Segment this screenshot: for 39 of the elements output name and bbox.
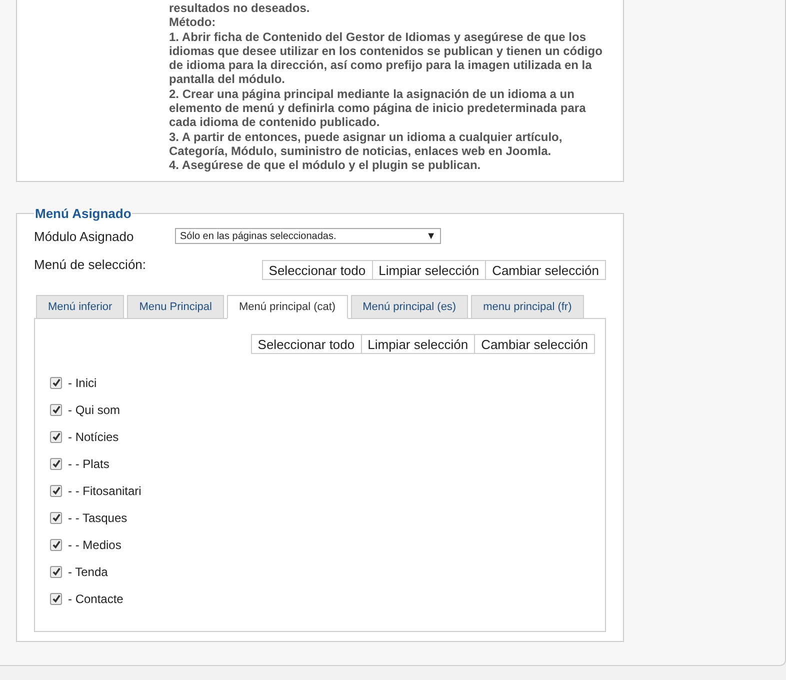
instruction-text: 4. Asegúrese de que el módulo y el plugin se publican. — [169, 158, 482, 173]
checkbox-label: - - Fitosanitari — [68, 482, 142, 500]
instruction-text: 1. Abrir ficha de Contenido del Gestor de Idiomas y asegúrese de que los idiomas que desee utilizar en los contenidos se publican y tienen un código de idioma para la dirección, así como prefijo para la imagen utilizada en la pantalla del módulo. — [169, 30, 603, 87]
checkbox[interactable] — [50, 484, 62, 496]
checkbox-label: - - Medios — [68, 536, 122, 554]
section-title: Menú Asignado — [34, 205, 132, 223]
field-label: Menú de selección: — [34, 256, 146, 274]
selection-button[interactable]: Seleccionar todo — [250, 334, 362, 354]
checkbox[interactable] — [50, 566, 62, 578]
checkbox-label: - Contacte — [68, 590, 124, 608]
instruction-text: Método: — [169, 15, 217, 30]
instruction-text: resultados no deseados. — [169, 1, 311, 16]
instruction-text: 2. Crear una página principal mediante la asignación de un idioma a un elemento de menú y definirla como página de inicio predeterminada para cada idioma de contenido publicado. — [169, 86, 587, 130]
checkbox-label: - - Plats — [68, 456, 110, 472]
field-label: Módulo Asignado — [34, 228, 135, 246]
tab[interactable]: Menú principal (es) — [350, 295, 468, 319]
checkbox[interactable] — [50, 430, 62, 442]
tab[interactable]: Menú principal (cat) — [226, 295, 348, 319]
checkbox-label: - Inici — [68, 374, 97, 392]
checkbox[interactable] — [50, 538, 62, 550]
checkbox[interactable] — [50, 512, 62, 524]
checkbox-label: - Tenda — [68, 564, 108, 580]
tab[interactable]: Menu Principal — [127, 295, 224, 319]
checkbox[interactable] — [50, 458, 62, 470]
selection-button[interactable]: Limpiar selección — [360, 334, 476, 354]
checkbox-label: - Notícies — [68, 428, 119, 446]
selection-button[interactable]: Seleccionar todo — [262, 260, 373, 280]
checkbox-label: - Qui som — [68, 402, 120, 418]
checkbox-label: - - Tasques — [68, 510, 128, 526]
tab[interactable]: Menú inferior — [36, 295, 124, 319]
selection-button[interactable]: Cambiar selección — [485, 260, 606, 280]
tab[interactable]: menu principal (fr) — [471, 295, 584, 319]
dropdown[interactable]: Sólo en las páginas seleccionadas. ▼ — [175, 228, 441, 244]
selection-button[interactable]: Cambiar selección — [474, 334, 595, 354]
selection-button[interactable]: Limpiar selección — [372, 260, 486, 280]
instruction-text: 3. A partir de entonces, puede asignar un idioma a cualquier artículo, Categoría, Módulo, suministro de noticias, enlaces web en Joomla. — [169, 130, 564, 158]
checkbox[interactable] — [50, 592, 62, 604]
checkbox[interactable] — [50, 376, 62, 388]
checkbox[interactable] — [50, 404, 62, 416]
